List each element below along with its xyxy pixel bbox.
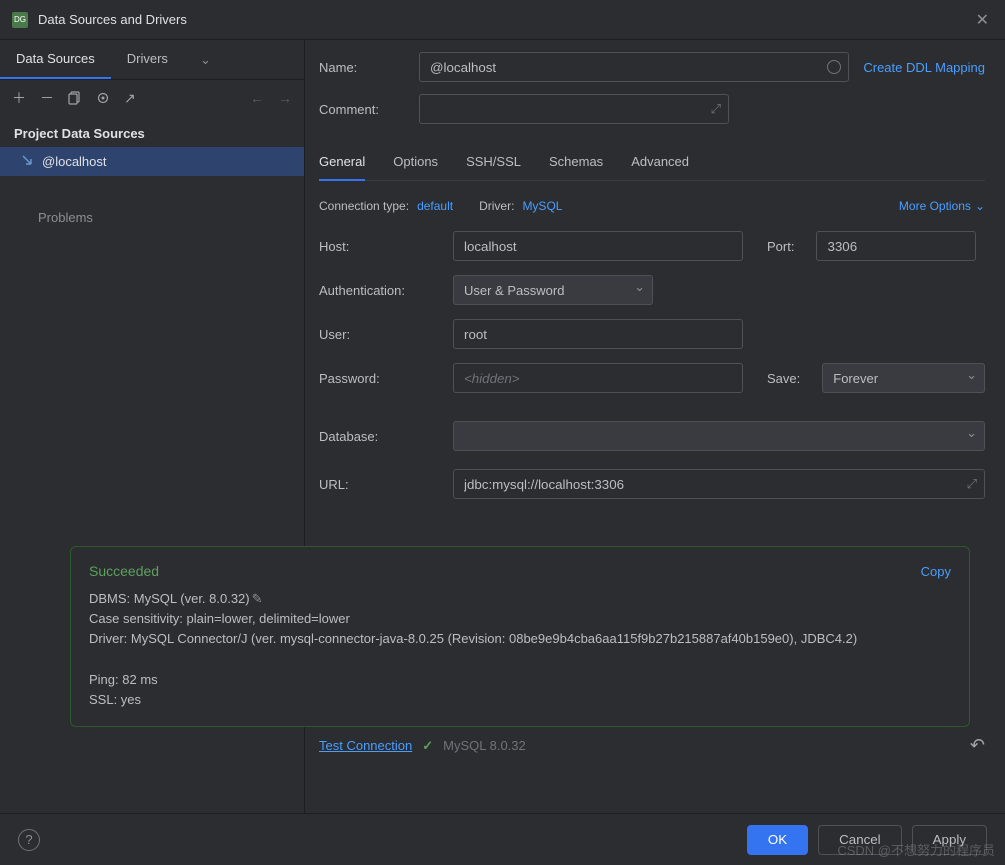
popup-line: SSL: yes — [89, 690, 951, 710]
port-input[interactable] — [816, 231, 976, 261]
revert-icon[interactable]: ↶ — [970, 735, 985, 756]
save-select[interactable]: Forever — [822, 363, 985, 393]
tab-options[interactable]: Options — [393, 144, 438, 181]
user-label: User: — [319, 327, 439, 342]
expand-icon[interactable]: ⤢ — [711, 101, 721, 117]
expand-icon[interactable]: ⤢ — [967, 476, 977, 492]
pencil-icon[interactable]: ✎ — [252, 591, 263, 606]
tab-schemas[interactable]: Schemas — [549, 144, 603, 181]
datasource-icon — [20, 153, 34, 170]
name-label: Name: — [319, 60, 405, 75]
database-select[interactable] — [453, 421, 985, 451]
create-ddl-link[interactable]: Create DDL Mapping — [863, 60, 985, 75]
gear-icon[interactable] — [96, 91, 110, 105]
copy-icon[interactable] — [68, 91, 82, 105]
host-label: Host: — [319, 239, 439, 254]
driver-label: Driver: — [479, 199, 514, 213]
problems-item[interactable]: Problems — [0, 176, 304, 233]
chevron-down-icon: ⌄ — [975, 199, 985, 213]
user-input[interactable] — [453, 319, 743, 349]
forward-icon: → — [278, 90, 292, 106]
tree-item-label: @localhost — [42, 154, 107, 169]
test-connection-link[interactable]: Test Connection — [319, 738, 412, 753]
conn-type-label: Connection type: — [319, 199, 409, 213]
database-label: Database: — [319, 429, 439, 444]
tree-item-localhost[interactable]: @localhost — [0, 147, 304, 176]
connection-version: MySQL 8.0.32 — [443, 738, 526, 753]
add-icon[interactable]: ＋ — [12, 88, 26, 108]
password-input[interactable] — [453, 363, 743, 393]
ok-button[interactable]: OK — [747, 825, 808, 855]
popup-line: DBMS: MySQL (ver. 8.0.32) — [89, 591, 250, 606]
section-header: Project Data Sources — [0, 116, 304, 147]
popup-line: Driver: MySQL Connector/J (ver. mysql-co… — [89, 629, 951, 649]
popup-title: Succeeded — [89, 563, 159, 579]
tab-general[interactable]: General — [319, 144, 365, 181]
tab-drivers[interactable]: Drivers — [111, 40, 184, 79]
save-label: Save: — [767, 371, 800, 386]
tab-advanced[interactable]: Advanced — [631, 144, 689, 181]
more-options-link[interactable]: More Options⌄ — [899, 199, 985, 213]
connection-result-popup: Succeeded Copy DBMS: MySQL (ver. 8.0.32)… — [70, 546, 970, 727]
chevron-down-icon[interactable]: ⌄ — [192, 44, 219, 76]
name-input[interactable] — [419, 52, 849, 82]
export-icon[interactable]: ↗ — [124, 90, 136, 107]
color-indicator-icon[interactable] — [827, 60, 841, 74]
tab-ssh-ssl[interactable]: SSH/SSL — [466, 144, 521, 181]
close-icon[interactable]: ✕ — [972, 6, 993, 34]
password-label: Password: — [319, 371, 439, 386]
check-icon: ✓ — [422, 738, 433, 754]
window-title: Data Sources and Drivers — [38, 12, 972, 27]
auth-label: Authentication: — [319, 283, 439, 298]
popup-line: Case sensitivity: plain=lower, delimited… — [89, 609, 951, 629]
host-input[interactable] — [453, 231, 743, 261]
remove-icon[interactable]: － — [40, 88, 54, 108]
tab-data-sources[interactable]: Data Sources — [0, 40, 111, 79]
url-label: URL: — [319, 477, 439, 492]
popup-line: Ping: 82 ms — [89, 670, 951, 690]
comment-label: Comment: — [319, 102, 405, 117]
copy-link[interactable]: Copy — [921, 564, 951, 579]
conn-type-link[interactable]: default — [417, 199, 453, 213]
driver-link[interactable]: MySQL — [522, 199, 562, 213]
auth-select[interactable]: User & Password — [453, 275, 653, 305]
url-input[interactable] — [453, 469, 985, 499]
watermark: CSDN @不想努力的程序员 — [837, 840, 995, 859]
port-label: Port: — [767, 239, 794, 254]
help-icon[interactable]: ? — [18, 829, 40, 851]
app-icon: DG — [12, 12, 28, 28]
back-icon: ← — [250, 90, 264, 106]
comment-input[interactable] — [419, 94, 729, 124]
